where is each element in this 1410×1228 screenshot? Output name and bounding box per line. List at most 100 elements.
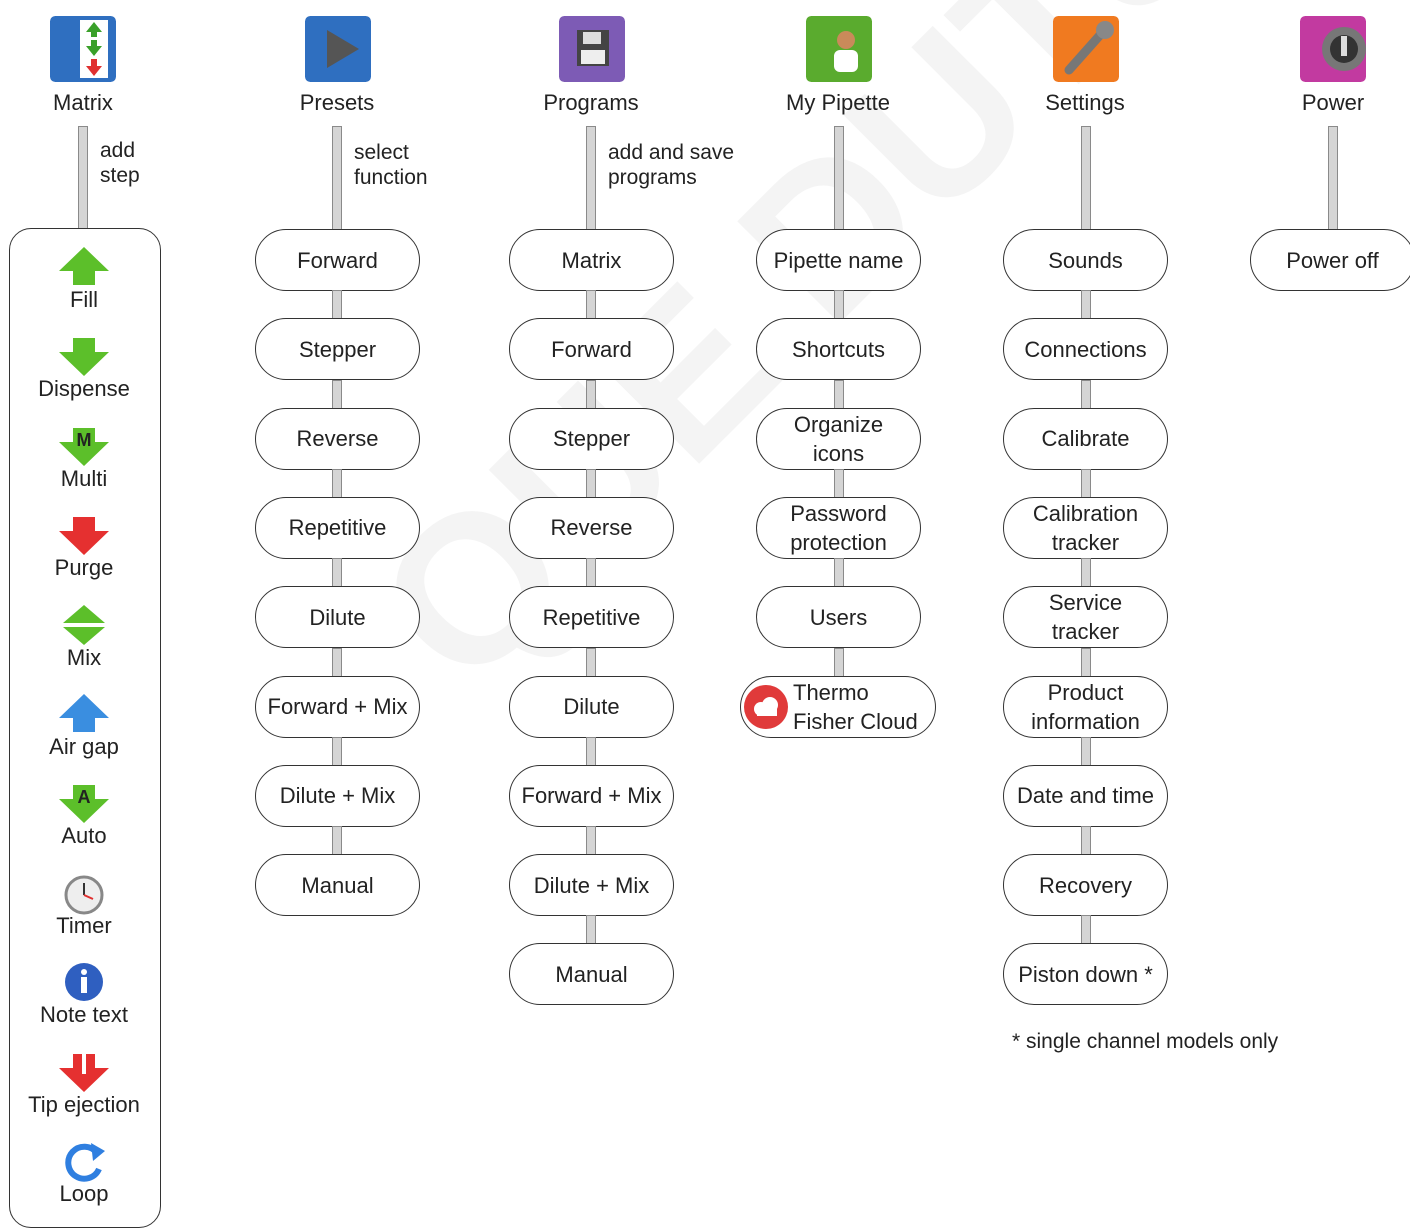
cloud-icon [744,684,788,729]
programs-disk-icon[interactable] [559,16,625,82]
multi-arrow-icon[interactable]: M [57,424,111,468]
programs-link [586,915,596,945]
presets-note: select function [354,141,428,189]
power-connector [1328,126,1338,230]
presets-link [332,647,342,677]
settings-link [1081,290,1091,320]
matrix-icon[interactable] [50,16,116,82]
matrix-step-label: Fill [69,287,99,312]
presets-connector [332,126,342,230]
matrix-step-label: Purge [54,555,114,581]
my-pipette-user-icon[interactable] [806,16,872,82]
matrix-step-label: Loop [59,1181,109,1206]
matrix-step-label: Mix [66,644,102,670]
settings-wrench-icon[interactable] [1053,16,1119,82]
programs-note: add and save programs [608,141,735,189]
power-button-icon[interactable] [1300,16,1366,82]
stopwatch-icon[interactable] [57,871,111,915]
my-pipette-link [834,379,844,409]
programs-item-manual[interactable]: Manual [509,943,674,1006]
info-icon[interactable] [57,960,111,1004]
settings-connector [1081,126,1091,230]
my-pipette-link [834,558,844,588]
settings-item-sounds[interactable]: Sounds [1003,229,1168,291]
settings-item-calibrate[interactable]: Calibrate [1003,407,1168,470]
programs-item-reverse[interactable]: Reverse [509,496,674,559]
programs-item-matrix[interactable]: Matrix [509,229,674,291]
svg-text:M: M [77,430,92,450]
presets-item-dilute[interactable]: Dilute [255,586,420,649]
matrix-note: add step [100,139,140,187]
settings-link [1081,379,1091,409]
fill-arrow-icon[interactable] [57,245,111,289]
matrix-steps-panel: Fill Dispense M Multi Purge Mix Air gap A Auto Ti… [9,228,161,1228]
settings-item-connections[interactable]: Connections [1003,318,1168,381]
programs-item-forward-mix[interactable]: Forward + Mix [509,764,674,827]
programs-link [586,647,596,677]
presets-title: Presets [299,90,375,115]
dispense-arrow-icon[interactable] [57,334,111,378]
my-pipette-link [834,647,844,677]
presets-item-stepper[interactable]: Stepper [255,318,420,381]
svg-text:A: A [78,787,91,807]
programs-link [586,290,596,320]
programs-item-dilute[interactable]: Dilute [509,675,674,738]
tip-ejection-icon[interactable] [57,1050,111,1094]
settings-title: Settings [1045,90,1125,115]
programs-item-repetitive[interactable]: Repetitive [509,586,674,649]
matrix-title: Matrix [53,90,113,115]
settings-item-recovery[interactable]: Recovery [1003,854,1168,917]
auto-arrow-icon[interactable]: A [57,781,111,825]
my-pipette-item-users[interactable]: Users [756,586,921,649]
presets-item-forward-mix[interactable]: Forward + Mix [255,675,420,738]
settings-link [1081,736,1091,766]
presets-item-dilute-mix[interactable]: Dilute + Mix [255,764,420,827]
programs-title: Programs [543,90,639,115]
my-pipette-item-pipette-name[interactable]: Pipette name [756,229,921,291]
programs-link [586,379,596,409]
programs-connector [586,126,596,230]
loop-icon[interactable] [57,1139,111,1183]
footnote: * single channel models only [1012,1030,1279,1053]
programs-item-forward[interactable]: Forward [509,318,674,381]
presets-link [332,558,342,588]
programs-link [586,736,596,766]
air-gap-arrow-icon[interactable] [57,692,111,736]
programs-link [586,558,596,588]
my-pipette-link [834,290,844,320]
settings-item-calibration-tracker[interactable]: Calibration tracker [1003,496,1168,559]
my-pipette-connector [834,126,844,230]
settings-link [1081,647,1091,677]
presets-item-forward[interactable]: Forward [255,229,420,291]
presets-link [332,826,342,856]
settings-link [1081,915,1091,945]
presets-item-repetitive[interactable]: Repetitive [255,496,420,559]
mix-arrows-icon[interactable] [57,603,111,647]
presets-item-manual[interactable]: Manual [255,854,420,917]
settings-link [1081,558,1091,588]
programs-item-dilute-mix[interactable]: Dilute + Mix [509,854,674,917]
settings-item-piston-down[interactable]: Piston down * [1003,943,1168,1006]
settings-item-service-tracker[interactable]: Service tracker [1003,586,1168,649]
presets-play-icon[interactable] [305,16,371,82]
presets-link [332,290,342,320]
settings-item-date-and-time[interactable]: Date and time [1003,764,1168,827]
power-item-power-off[interactable]: Power off [1250,229,1410,291]
matrix-step-label: Multi [60,465,108,491]
programs-link [586,468,596,498]
my-pipette-item-password-protection[interactable]: Password protection [756,496,921,559]
my-pipette-item-organize-icons[interactable]: Organize icons [756,407,921,470]
power-title: Power [1301,90,1365,115]
matrix-step-label: Note text [39,1002,129,1028]
presets-item-reverse[interactable]: Reverse [255,407,420,470]
matrix-step-label: Timer [56,912,112,938]
my-pipette-item-shortcuts[interactable]: Shortcuts [756,318,921,381]
presets-link [332,736,342,766]
settings-link [1081,826,1091,856]
settings-item-product-information[interactable]: Product information [1003,675,1168,738]
matrix-step-label: Auto [61,823,107,849]
programs-item-stepper[interactable]: Stepper [509,407,674,470]
my-pipette-item-thermo-fisher-cloud[interactable]: Thermo Fisher Cloud [740,675,936,738]
purge-arrow-icon[interactable] [57,513,111,557]
my-pipette-item-label: Thermo Fisher Cloud [793,679,918,734]
